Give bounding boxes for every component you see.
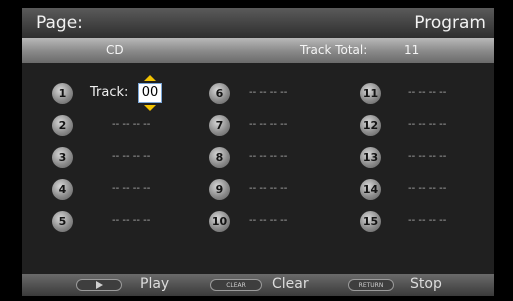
slot-number-badge: 11	[360, 83, 381, 104]
program-slot-8[interactable]: 8 -- -- -- --	[209, 147, 349, 169]
slot-number-badge: 6	[209, 83, 230, 104]
title-bar: Page: Program	[22, 8, 494, 38]
play-key-icon[interactable]	[76, 279, 122, 291]
track-label: Track:	[90, 85, 129, 100]
slot-track-value: -- -- -- --	[408, 215, 447, 226]
return-key-icon[interactable]: RETURN	[348, 279, 394, 291]
key-hint-bar: Play CLEAR Clear RETURN Stop	[22, 274, 494, 296]
program-slot-5[interactable]: 5 -- -- -- --	[52, 211, 202, 233]
disc-type: CD	[106, 43, 124, 57]
program-slot-12[interactable]: 12 -- -- -- --	[360, 115, 490, 137]
play-triangle-icon	[96, 281, 103, 289]
slot-number-badge: 2	[52, 115, 73, 136]
slot-track-value: -- -- -- --	[408, 119, 447, 130]
clear-key-icon[interactable]: CLEAR	[210, 279, 262, 291]
clear-label: Clear	[272, 276, 309, 292]
mode-title: Program	[414, 13, 486, 33]
page-label: Page:	[36, 13, 83, 33]
slot-track-value: -- -- -- --	[408, 87, 447, 98]
slot-number-badge: 5	[52, 211, 73, 232]
slot-number-badge: 14	[360, 179, 381, 200]
program-slot-7[interactable]: 7 -- -- -- --	[209, 115, 349, 137]
slot-track-value: -- -- -- --	[112, 215, 151, 226]
track-number-input[interactable]: 00	[138, 83, 162, 103]
slot-number-badge: 9	[209, 179, 230, 200]
slot-number-badge: 1	[52, 83, 73, 104]
play-label: Play	[140, 276, 170, 292]
program-slot-13[interactable]: 13 -- -- -- --	[360, 147, 490, 169]
slot-number-badge: 4	[52, 179, 73, 200]
slot-number-badge: 3	[52, 147, 73, 168]
program-slot-10[interactable]: 10 -- -- -- --	[209, 211, 349, 233]
program-slot-14[interactable]: 14 -- -- -- --	[360, 179, 490, 201]
program-slot-2[interactable]: 2 -- -- -- --	[52, 115, 202, 137]
slot-track-value: -- -- -- --	[408, 151, 447, 162]
program-slot-6[interactable]: 6 -- -- -- --	[209, 83, 349, 105]
slot-number-badge: 12	[360, 115, 381, 136]
decrement-arrow-icon[interactable]	[144, 105, 156, 111]
slot-number-badge: 7	[209, 115, 230, 136]
track-total-value: 11	[404, 43, 420, 57]
slot-track-value: -- -- -- --	[249, 183, 288, 194]
program-slot-11[interactable]: 11 -- -- -- --	[360, 83, 490, 105]
slot-track-value: -- -- -- --	[112, 119, 151, 130]
slot-track-value: -- -- -- --	[112, 151, 151, 162]
slot-number-badge: 8	[209, 147, 230, 168]
slot-track-value: -- -- -- --	[249, 151, 288, 162]
slot-track-value: -- -- -- --	[249, 215, 288, 226]
slot-track-value: -- -- -- --	[249, 87, 288, 98]
slot-track-value: -- -- -- --	[408, 183, 447, 194]
program-slot-15[interactable]: 15 -- -- -- --	[360, 211, 490, 233]
slot-track-value: -- -- -- --	[112, 183, 151, 194]
program-slot-3[interactable]: 3 -- -- -- --	[52, 147, 202, 169]
program-screen: Page: Program CD Track Total: 11 1 Track…	[0, 0, 513, 301]
program-slot-1[interactable]: 1 Track: 00	[52, 75, 202, 111]
slot-number-badge: 10	[209, 211, 230, 232]
program-slot-9[interactable]: 9 -- -- -- --	[209, 179, 349, 201]
slot-number-badge: 13	[360, 147, 381, 168]
program-slot-4[interactable]: 4 -- -- -- --	[52, 179, 202, 201]
disc-info-bar: CD Track Total: 11	[22, 38, 494, 63]
increment-arrow-icon[interactable]	[144, 75, 156, 81]
program-panel: CD Track Total: 11 1 Track: 00 2 -- -- -…	[22, 38, 494, 274]
track-total-label: Track Total:	[300, 43, 368, 57]
stop-label: Stop	[410, 276, 442, 292]
slot-track-value: -- -- -- --	[249, 119, 288, 130]
slot-number-badge: 15	[360, 211, 381, 232]
